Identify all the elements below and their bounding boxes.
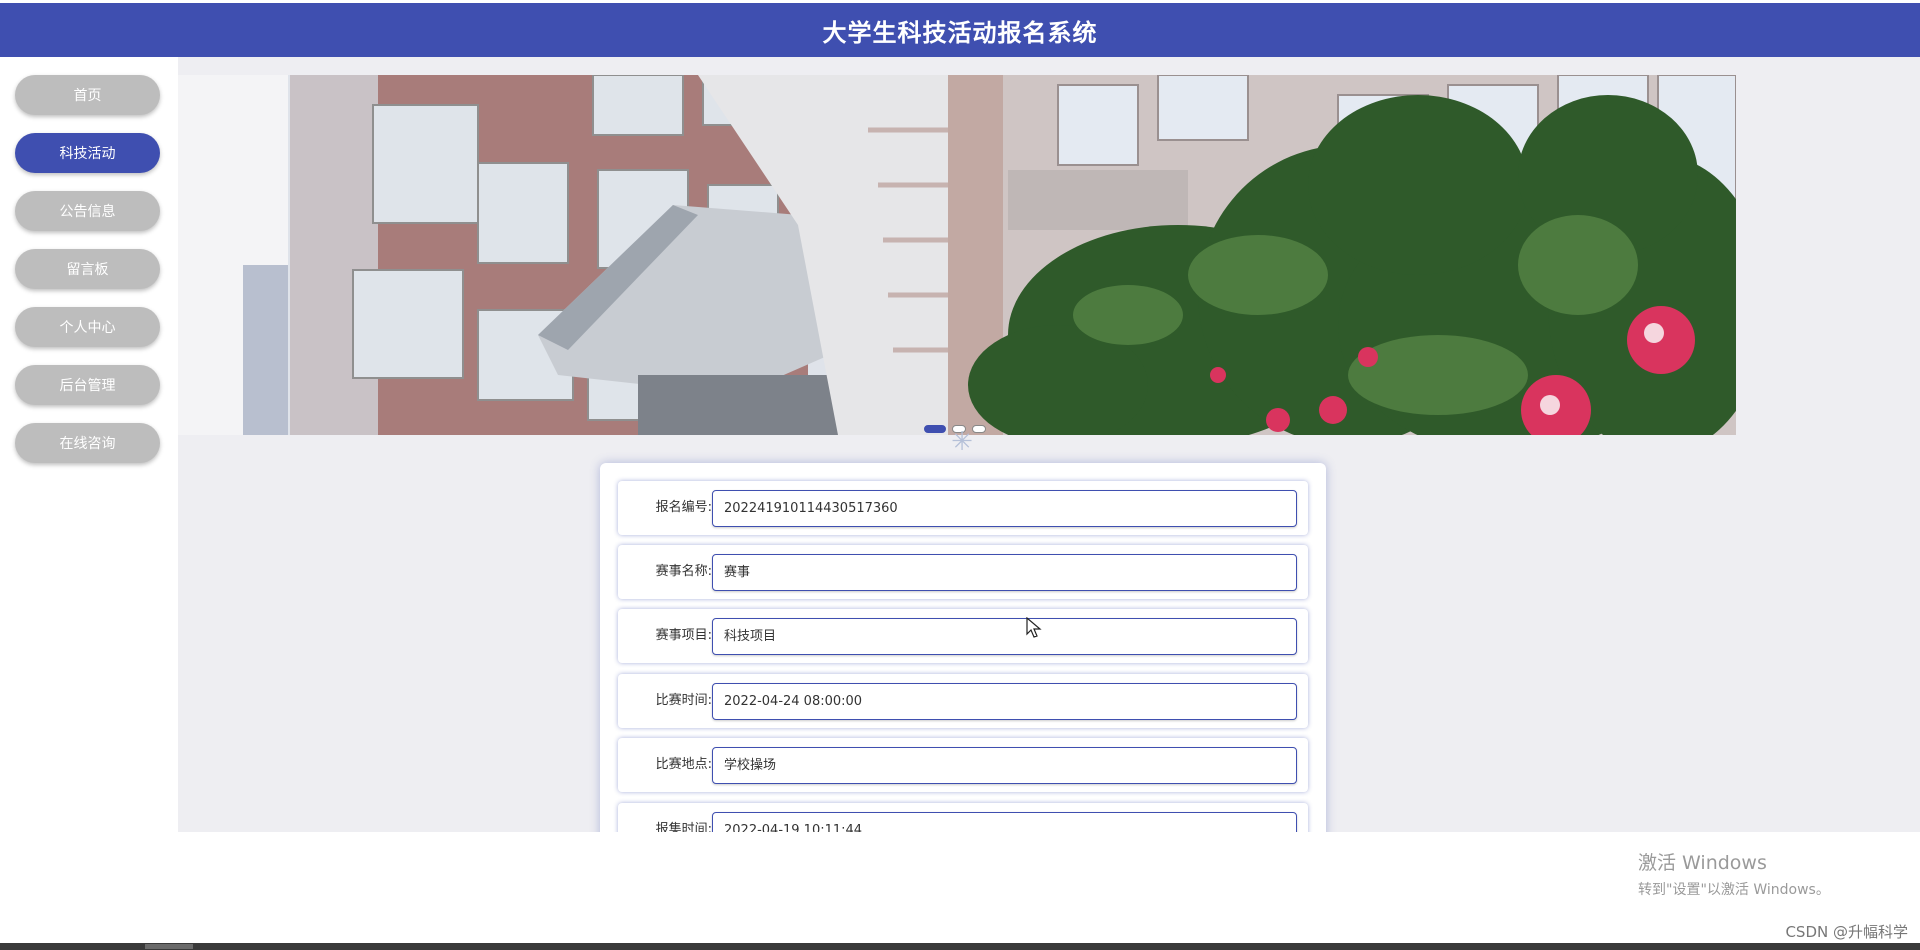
form-row-event-name: 赛事名称: 赛事 [618, 545, 1308, 599]
nav-personal-center[interactable]: 个人中心 [15, 307, 160, 347]
event-name-label: 赛事名称: [655, 564, 712, 579]
form-row-match-time: 比赛时间: 2022-04-24 08:00:00 [618, 674, 1308, 728]
event-name-field[interactable]: 赛事 [712, 554, 1297, 591]
header-bar: 大学生科技活动报名系统 [0, 3, 1920, 57]
carousel-banner[interactable] [178, 75, 1736, 435]
form-row-match-location: 比赛地点: 学校操场 [618, 738, 1308, 792]
match-location-field[interactable]: 学校操场 [712, 747, 1297, 784]
match-location-label: 比赛地点: [655, 757, 712, 772]
registration-time-field[interactable]: 2022-04-19 10:11:44 [712, 812, 1297, 832]
nav-message-board[interactable]: 留言板 [15, 249, 160, 289]
nav-announcements[interactable]: 公告信息 [15, 191, 160, 231]
taskbar-segment [145, 944, 193, 949]
windows-activation-watermark: 激活 Windows 转到"设置"以激活 Windows。 [1638, 848, 1830, 899]
registration-detail-card: 报名编号: 202241910114430517360 赛事名称: 赛事 赛事项… [600, 463, 1326, 832]
registration-id-label: 报名编号: [655, 500, 712, 515]
form-row-registration-time: 报集时间: 2022-04-19 10:11:44 [618, 803, 1308, 832]
registration-id-field[interactable]: 202241910114430517360 [712, 490, 1297, 527]
main-content: ✳ 报名编号: 202241910114430517360 赛事名称: 赛事 赛… [178, 57, 1920, 832]
watermark-line-1: 激活 Windows [1638, 852, 1767, 874]
nav-home[interactable]: 首页 [15, 75, 160, 115]
event-project-field[interactable]: 科技项目 [712, 618, 1297, 655]
nav-admin[interactable]: 后台管理 [15, 365, 160, 405]
credit-text: CSDN @升幅科学 [1785, 923, 1908, 941]
nav-tech-activities[interactable]: 科技活动 [15, 133, 160, 173]
app-title: 大学生科技活动报名系统 [822, 18, 1098, 47]
loading-spinner-icon: ✳ [951, 427, 973, 457]
mouse-cursor-icon [1026, 617, 1042, 638]
campus-building-photo [178, 75, 1736, 435]
taskbar-strip [0, 943, 1920, 950]
match-time-label: 比赛时间: [655, 693, 712, 708]
sidebar: 首页 科技活动 公告信息 留言板 个人中心 后台管理 在线咨询 [0, 57, 178, 832]
nav-online-consult[interactable]: 在线咨询 [15, 423, 160, 463]
match-time-field[interactable]: 2022-04-24 08:00:00 [712, 683, 1297, 720]
registration-time-label: 报集时间: [655, 822, 712, 832]
form-row-event-project: 赛事项目: 科技项目 [618, 609, 1308, 663]
event-project-label: 赛事项目: [655, 628, 712, 643]
carousel-dot-1[interactable] [924, 425, 946, 433]
form-row-registration-id: 报名编号: 202241910114430517360 [618, 481, 1308, 535]
watermark-line-2: 转到"设置"以激活 Windows。 [1638, 882, 1830, 898]
